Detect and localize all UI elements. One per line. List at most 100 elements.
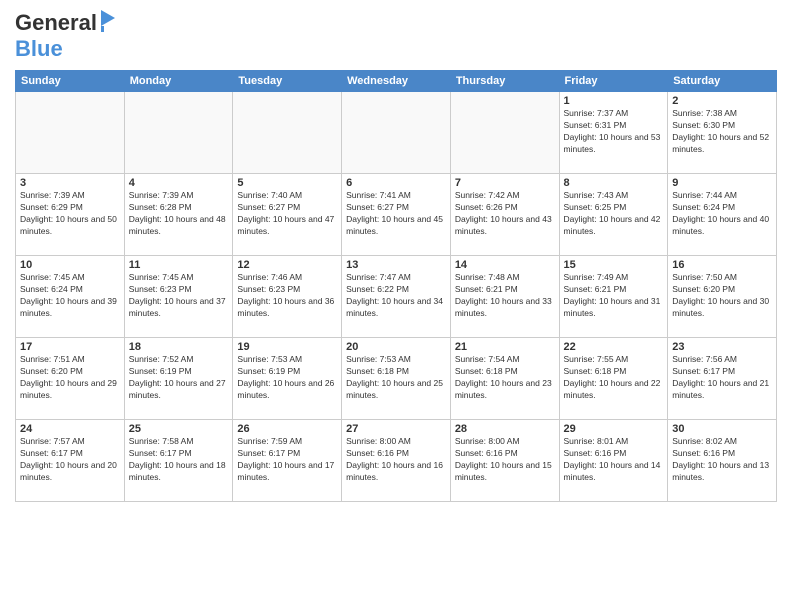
calendar-cell: 25Sunrise: 7:58 AMSunset: 6:17 PMDayligh… [124,420,233,502]
calendar-cell: 4Sunrise: 7:39 AMSunset: 6:28 PMDaylight… [124,174,233,256]
calendar-cell: 10Sunrise: 7:45 AMSunset: 6:24 PMDayligh… [16,256,125,338]
calendar-cell: 18Sunrise: 7:52 AMSunset: 6:19 PMDayligh… [124,338,233,420]
calendar-cell [450,92,559,174]
calendar-header-thursday: Thursday [450,71,559,92]
calendar-cell: 22Sunrise: 7:55 AMSunset: 6:18 PMDayligh… [559,338,668,420]
calendar-cell: 28Sunrise: 8:00 AMSunset: 6:16 PMDayligh… [450,420,559,502]
day-number: 13 [346,259,446,271]
day-number: 24 [20,423,120,435]
day-number: 1 [564,95,664,107]
calendar-cell: 26Sunrise: 7:59 AMSunset: 6:17 PMDayligh… [233,420,342,502]
day-info: Sunrise: 7:40 AMSunset: 6:27 PMDaylight:… [237,190,337,238]
day-info: Sunrise: 7:52 AMSunset: 6:19 PMDaylight:… [129,354,229,402]
calendar-cell: 15Sunrise: 7:49 AMSunset: 6:21 PMDayligh… [559,256,668,338]
day-number: 16 [672,259,772,271]
calendar-header-row: SundayMondayTuesdayWednesdayThursdayFrid… [16,71,777,92]
calendar-cell [233,92,342,174]
day-info: Sunrise: 7:45 AMSunset: 6:23 PMDaylight:… [129,272,229,320]
day-number: 14 [455,259,555,271]
day-info: Sunrise: 7:53 AMSunset: 6:19 PMDaylight:… [237,354,337,402]
day-number: 19 [237,341,337,353]
day-number: 25 [129,423,229,435]
day-info: Sunrise: 7:58 AMSunset: 6:17 PMDaylight:… [129,436,229,484]
day-info: Sunrise: 8:00 AMSunset: 6:16 PMDaylight:… [455,436,555,484]
calendar-cell: 8Sunrise: 7:43 AMSunset: 6:25 PMDaylight… [559,174,668,256]
day-info: Sunrise: 7:44 AMSunset: 6:24 PMDaylight:… [672,190,772,238]
day-info: Sunrise: 7:43 AMSunset: 6:25 PMDaylight:… [564,190,664,238]
calendar-cell: 2Sunrise: 7:38 AMSunset: 6:30 PMDaylight… [668,92,777,174]
calendar-header-friday: Friday [559,71,668,92]
day-number: 21 [455,341,555,353]
calendar-cell: 21Sunrise: 7:54 AMSunset: 6:18 PMDayligh… [450,338,559,420]
page: GeneralBlue SundayMondayTuesdayWednesday… [0,0,792,612]
day-info: Sunrise: 7:57 AMSunset: 6:17 PMDaylight:… [20,436,120,484]
calendar-header-sunday: Sunday [16,71,125,92]
calendar-cell: 11Sunrise: 7:45 AMSunset: 6:23 PMDayligh… [124,256,233,338]
calendar-cell: 12Sunrise: 7:46 AMSunset: 6:23 PMDayligh… [233,256,342,338]
day-info: Sunrise: 7:49 AMSunset: 6:21 PMDaylight:… [564,272,664,320]
calendar-cell: 5Sunrise: 7:40 AMSunset: 6:27 PMDaylight… [233,174,342,256]
logo: GeneralBlue [15,10,97,62]
calendar-table: SundayMondayTuesdayWednesdayThursdayFrid… [15,70,777,502]
calendar-cell: 29Sunrise: 8:01 AMSunset: 6:16 PMDayligh… [559,420,668,502]
day-number: 27 [346,423,446,435]
day-number: 4 [129,177,229,189]
day-number: 7 [455,177,555,189]
day-info: Sunrise: 7:48 AMSunset: 6:21 PMDaylight:… [455,272,555,320]
day-number: 8 [564,177,664,189]
day-number: 11 [129,259,229,271]
day-number: 29 [564,423,664,435]
calendar-cell: 14Sunrise: 7:48 AMSunset: 6:21 PMDayligh… [450,256,559,338]
day-info: Sunrise: 8:01 AMSunset: 6:16 PMDaylight:… [564,436,664,484]
day-number: 5 [237,177,337,189]
logo-icon [101,10,117,32]
calendar-cell: 7Sunrise: 7:42 AMSunset: 6:26 PMDaylight… [450,174,559,256]
calendar-cell [342,92,451,174]
day-info: Sunrise: 8:00 AMSunset: 6:16 PMDaylight:… [346,436,446,484]
day-number: 17 [20,341,120,353]
calendar-header-monday: Monday [124,71,233,92]
day-number: 20 [346,341,446,353]
calendar-week-3: 17Sunrise: 7:51 AMSunset: 6:20 PMDayligh… [16,338,777,420]
day-info: Sunrise: 7:53 AMSunset: 6:18 PMDaylight:… [346,354,446,402]
calendar-week-4: 24Sunrise: 7:57 AMSunset: 6:17 PMDayligh… [16,420,777,502]
calendar-cell: 30Sunrise: 8:02 AMSunset: 6:16 PMDayligh… [668,420,777,502]
calendar-week-1: 3Sunrise: 7:39 AMSunset: 6:29 PMDaylight… [16,174,777,256]
day-number: 9 [672,177,772,189]
calendar-cell: 23Sunrise: 7:56 AMSunset: 6:17 PMDayligh… [668,338,777,420]
day-info: Sunrise: 7:38 AMSunset: 6:30 PMDaylight:… [672,108,772,156]
day-number: 23 [672,341,772,353]
day-info: Sunrise: 8:02 AMSunset: 6:16 PMDaylight:… [672,436,772,484]
day-number: 10 [20,259,120,271]
calendar-cell: 9Sunrise: 7:44 AMSunset: 6:24 PMDaylight… [668,174,777,256]
day-info: Sunrise: 7:39 AMSunset: 6:28 PMDaylight:… [129,190,229,238]
day-info: Sunrise: 7:41 AMSunset: 6:27 PMDaylight:… [346,190,446,238]
day-info: Sunrise: 7:39 AMSunset: 6:29 PMDaylight:… [20,190,120,238]
day-number: 15 [564,259,664,271]
calendar-header-wednesday: Wednesday [342,71,451,92]
day-number: 6 [346,177,446,189]
day-info: Sunrise: 7:50 AMSunset: 6:20 PMDaylight:… [672,272,772,320]
calendar-cell: 24Sunrise: 7:57 AMSunset: 6:17 PMDayligh… [16,420,125,502]
day-info: Sunrise: 7:59 AMSunset: 6:17 PMDaylight:… [237,436,337,484]
day-info: Sunrise: 7:45 AMSunset: 6:24 PMDaylight:… [20,272,120,320]
logo-blue: Blue [15,36,63,61]
day-number: 30 [672,423,772,435]
day-number: 28 [455,423,555,435]
calendar-cell: 13Sunrise: 7:47 AMSunset: 6:22 PMDayligh… [342,256,451,338]
day-info: Sunrise: 7:54 AMSunset: 6:18 PMDaylight:… [455,354,555,402]
calendar-cell: 3Sunrise: 7:39 AMSunset: 6:29 PMDaylight… [16,174,125,256]
day-info: Sunrise: 7:42 AMSunset: 6:26 PMDaylight:… [455,190,555,238]
day-info: Sunrise: 7:46 AMSunset: 6:23 PMDaylight:… [237,272,337,320]
day-number: 2 [672,95,772,107]
calendar-cell: 19Sunrise: 7:53 AMSunset: 6:19 PMDayligh… [233,338,342,420]
calendar-header-saturday: Saturday [668,71,777,92]
calendar-header-tuesday: Tuesday [233,71,342,92]
calendar-cell: 27Sunrise: 8:00 AMSunset: 6:16 PMDayligh… [342,420,451,502]
day-info: Sunrise: 7:37 AMSunset: 6:31 PMDaylight:… [564,108,664,156]
calendar-cell: 16Sunrise: 7:50 AMSunset: 6:20 PMDayligh… [668,256,777,338]
calendar-cell: 6Sunrise: 7:41 AMSunset: 6:27 PMDaylight… [342,174,451,256]
day-info: Sunrise: 7:55 AMSunset: 6:18 PMDaylight:… [564,354,664,402]
day-number: 26 [237,423,337,435]
logo-text: GeneralBlue [15,10,97,61]
